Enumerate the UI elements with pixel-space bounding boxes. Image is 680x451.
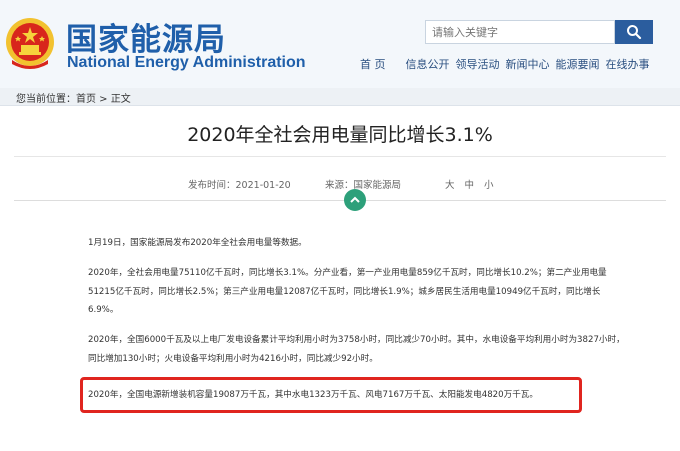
search-input[interactable]: [425, 20, 615, 44]
search-icon: [627, 25, 642, 40]
qr-share-button[interactable]: [344, 189, 366, 211]
publish-date: 发布时间：2021-01-20: [188, 177, 291, 191]
national-emblem-icon: [6, 18, 54, 69]
nav-energy-news[interactable]: 能源要闻: [556, 56, 600, 72]
breadcrumb-current: 正文: [110, 94, 131, 105]
breadcrumb-home-link[interactable]: 首页: [76, 94, 96, 105]
article-source: 来源：国家能源局: [325, 177, 401, 191]
nav-online-services[interactable]: 在线办事: [606, 56, 650, 72]
highlight-box: [80, 377, 582, 413]
font-size-medium[interactable]: 中: [465, 177, 475, 191]
site-logo-cn[interactable]: 国家能源局: [66, 14, 226, 59]
font-size-small[interactable]: 小: [484, 177, 494, 191]
breadcrumb-separator: >: [96, 94, 111, 105]
site-header: 国家能源局 National Energy Administration 首 页…: [0, 0, 680, 88]
search-box: [425, 20, 653, 44]
main-nav: 首 页 信息公开 领导活动 新闻中心 能源要闻 在线办事: [360, 56, 650, 72]
nav-info-disclosure[interactable]: 信息公开: [406, 56, 450, 72]
breadcrumb-bar: 您当前位置：首页 > 正文: [0, 88, 680, 106]
font-size-large[interactable]: 大: [445, 177, 455, 191]
meta-divider: [14, 200, 666, 201]
publish-date-label: 发布时间：: [188, 180, 236, 191]
site-logo-en[interactable]: National Energy Administration: [67, 54, 306, 72]
nav-news-center[interactable]: 新闻中心: [506, 56, 550, 72]
article-source-value: 国家能源局: [353, 180, 402, 191]
title-divider: [14, 156, 666, 157]
breadcrumb-prefix: 您当前位置：: [16, 94, 76, 105]
article-paragraph-2: 2020年，全社会用电量75110亿千瓦时，同比增长3.1%。分产业看，第一产业…: [88, 268, 607, 315]
publish-date-value: 2021-01-20: [235, 180, 291, 191]
article-paragraph-3: 2020年，全国6000千瓦及以上电厂发电设备累计平均利用小时为3758小时，同…: [88, 335, 625, 364]
chevron-up-icon: [350, 196, 360, 203]
breadcrumb: 您当前位置：首页 > 正文: [16, 90, 131, 105]
font-size-switch: 大 中 小: [445, 177, 494, 191]
nav-leader-activities[interactable]: 领导活动: [456, 56, 500, 72]
article-title: 2020年全社会用电量同比增长3.1%: [187, 124, 493, 146]
nav-home[interactable]: 首 页: [360, 56, 386, 72]
article-paragraph-1: 1月19日，国家能源局发布2020年全社会用电量等数据。: [88, 238, 307, 248]
search-button[interactable]: [615, 20, 653, 44]
